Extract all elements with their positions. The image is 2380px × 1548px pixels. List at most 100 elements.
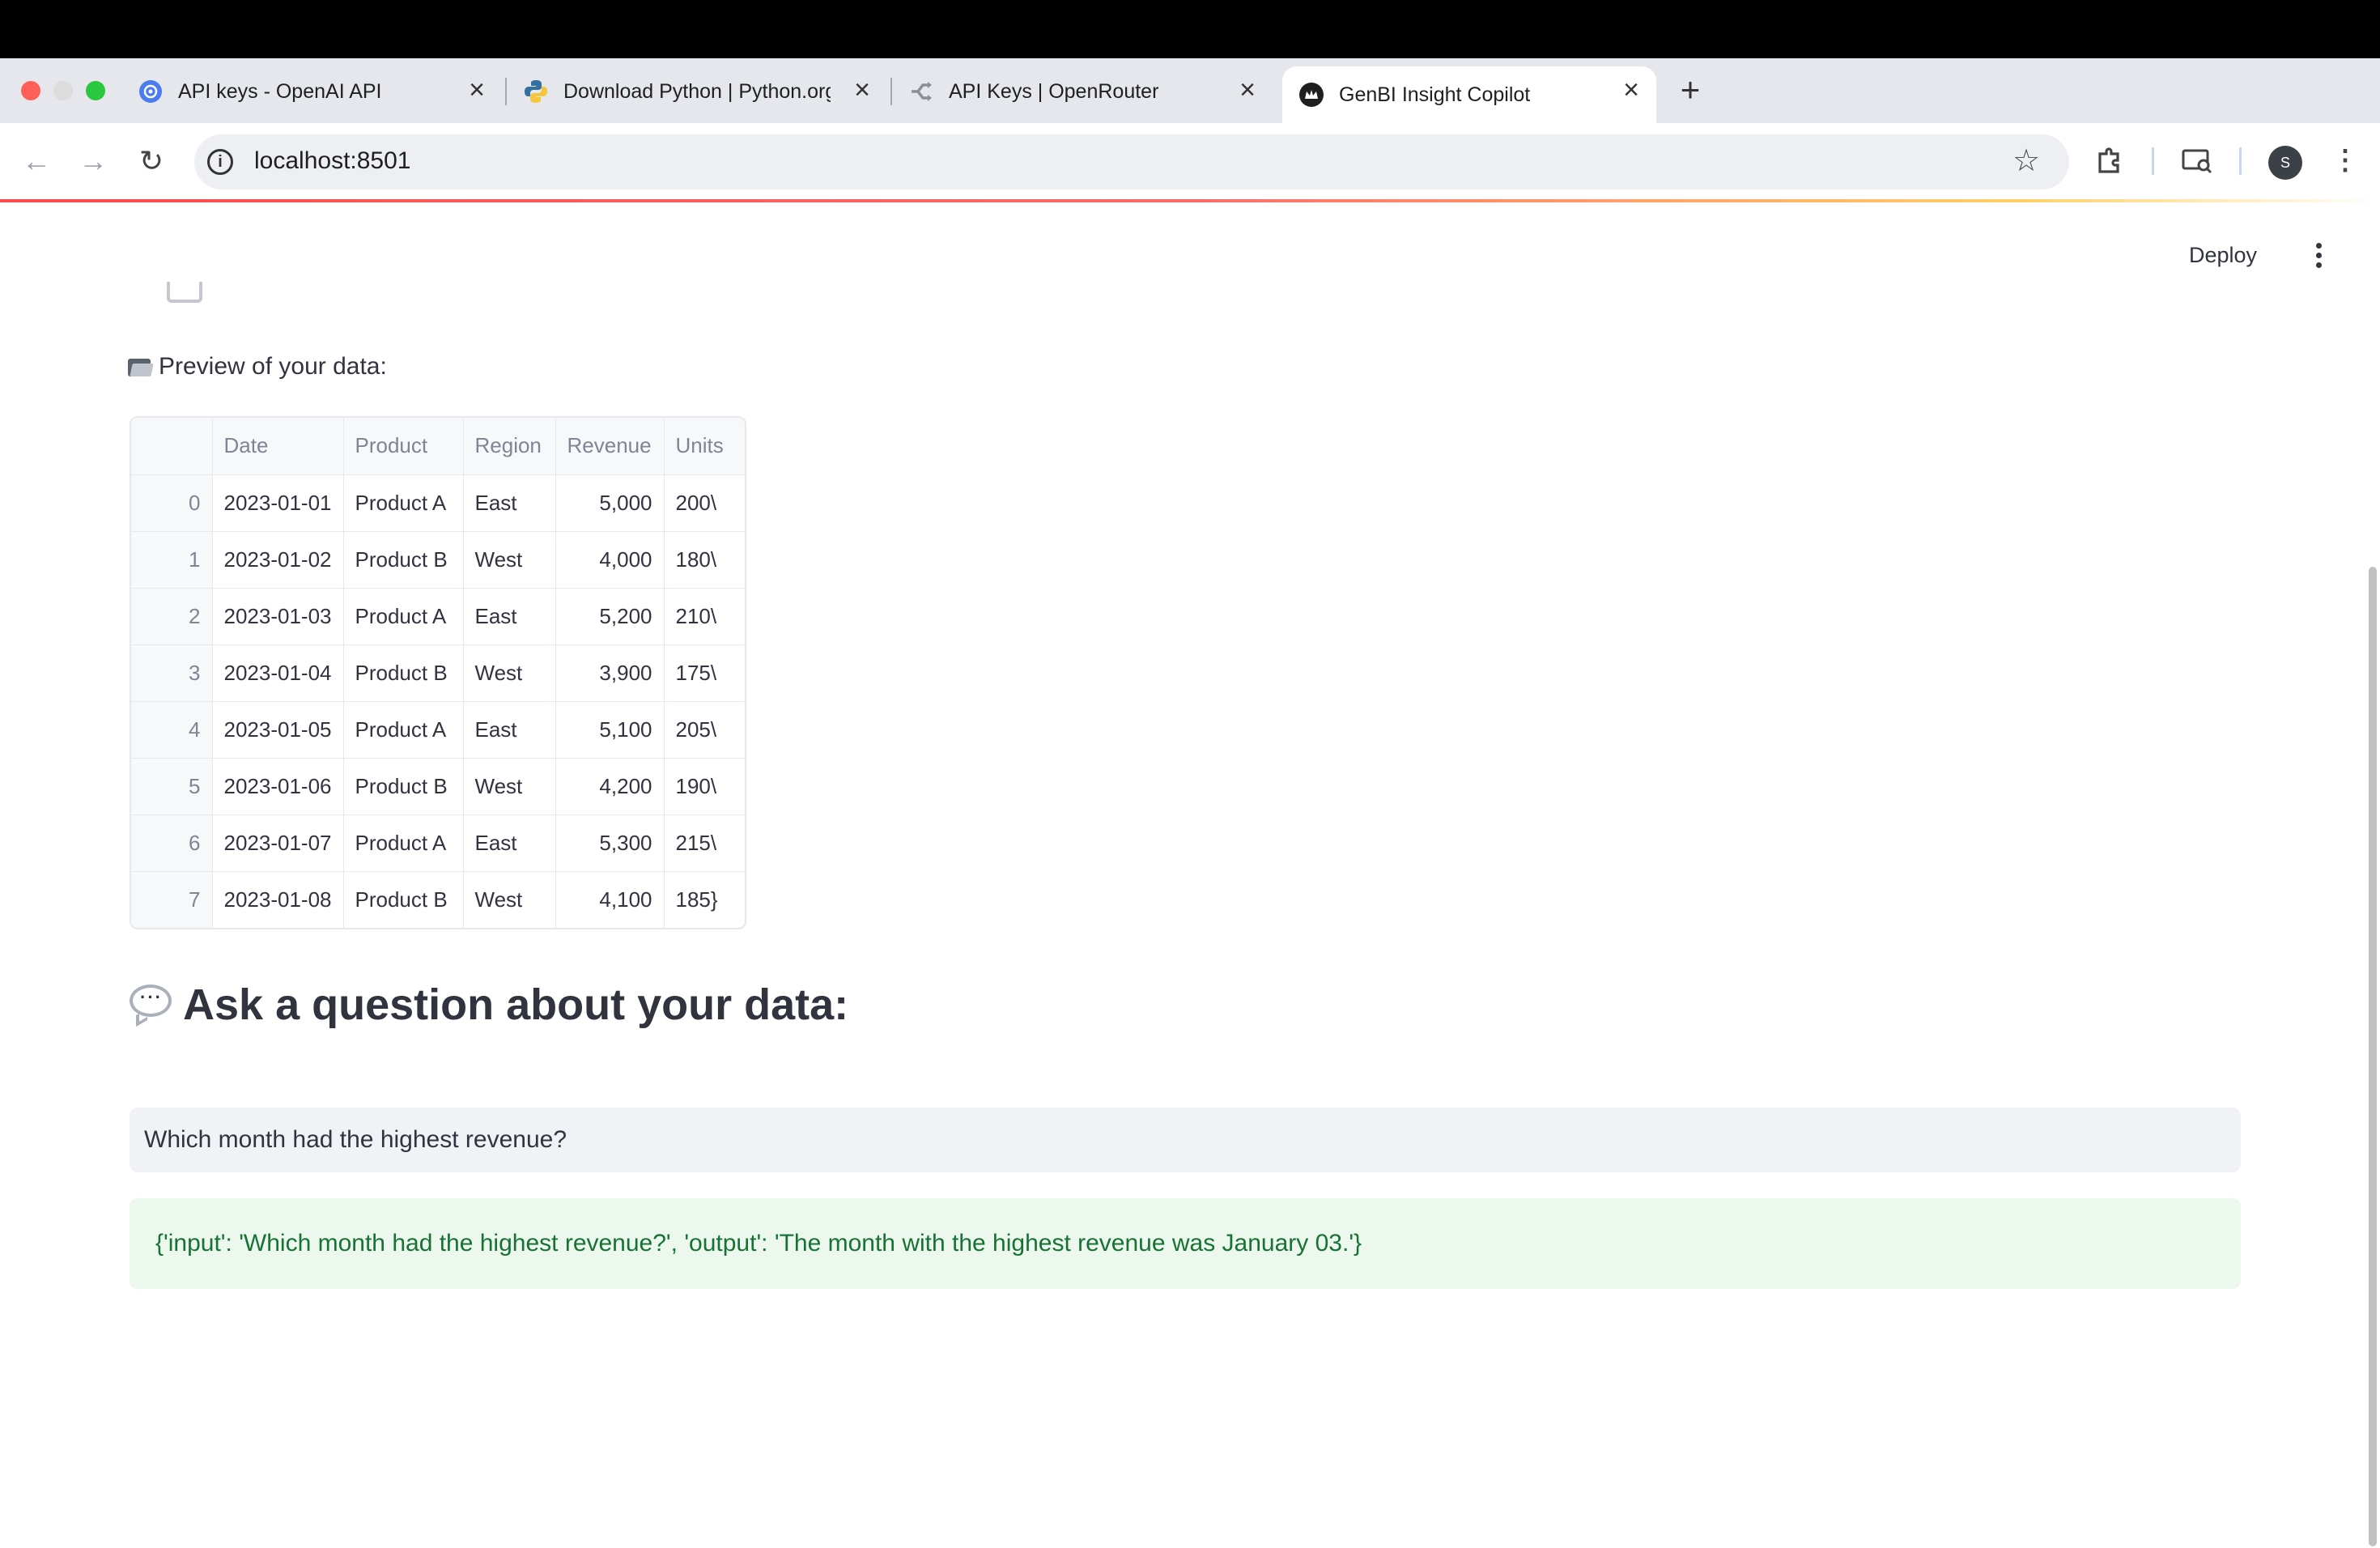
new-tab-button[interactable]: + bbox=[1674, 71, 1706, 110]
cell-date[interactable]: 2023-01-04 bbox=[211, 644, 344, 702]
table-row: 7 2023-01-08 Product B West 4,100 185} bbox=[131, 870, 745, 928]
cell-units[interactable]: 210\ bbox=[663, 587, 745, 645]
cell-date[interactable]: 2023-01-06 bbox=[211, 757, 344, 815]
address-bar-url[interactable]: localhost:8501 bbox=[254, 147, 410, 175]
row-index[interactable]: 4 bbox=[131, 700, 213, 759]
preview-heading: Preview of your data: bbox=[128, 353, 387, 381]
cell-revenue[interactable]: 4,200 bbox=[555, 757, 665, 815]
app-main-menu-icon[interactable] bbox=[2310, 240, 2327, 270]
row-index[interactable]: 1 bbox=[131, 530, 213, 589]
cell-product[interactable]: Product B bbox=[342, 870, 464, 928]
extensions-puzzle-icon[interactable] bbox=[2092, 142, 2127, 178]
cell-region[interactable]: West bbox=[462, 530, 556, 589]
cell-date[interactable]: 2023-01-01 bbox=[211, 474, 344, 532]
cell-revenue[interactable]: 5,200 bbox=[555, 587, 665, 645]
cell-product[interactable]: Product B bbox=[342, 530, 464, 589]
cell-revenue[interactable]: 5,300 bbox=[555, 814, 665, 872]
bookmark-star-icon[interactable]: ☆ bbox=[2012, 142, 2040, 179]
tab-genbi-insight-copilot[interactable]: GenBI Insight Copilot × bbox=[1282, 66, 1656, 123]
cell-product[interactable]: Product A bbox=[342, 700, 464, 759]
cell-units[interactable]: 180\ bbox=[663, 530, 745, 589]
back-arrow-icon[interactable]: ← bbox=[16, 141, 57, 181]
cell-revenue[interactable]: 4,100 bbox=[555, 870, 665, 928]
row-index[interactable]: 3 bbox=[131, 644, 213, 702]
tab-close-icon[interactable]: × bbox=[1617, 76, 1645, 105]
cell-region[interactable]: East bbox=[462, 814, 556, 872]
column-header-region[interactable]: Region bbox=[462, 418, 556, 475]
profile-avatar[interactable]: S bbox=[2268, 146, 2302, 180]
tab-label: API Keys | OpenRouter bbox=[949, 79, 1159, 103]
cell-product[interactable]: Product A bbox=[342, 474, 464, 532]
cell-date[interactable]: 2023-01-02 bbox=[211, 530, 344, 589]
python-icon bbox=[523, 79, 549, 104]
cell-region[interactable]: East bbox=[462, 474, 556, 532]
cell-units[interactable]: 190\ bbox=[663, 757, 745, 815]
question-input[interactable] bbox=[130, 1108, 2241, 1172]
column-header-date[interactable]: Date bbox=[211, 418, 344, 475]
address-bar[interactable] bbox=[194, 134, 2069, 189]
cell-date[interactable]: 2023-01-08 bbox=[211, 870, 344, 928]
row-index[interactable]: 6 bbox=[131, 814, 213, 872]
row-index[interactable]: 5 bbox=[131, 757, 213, 815]
tab-search-icon[interactable] bbox=[2179, 142, 2215, 178]
deploy-button[interactable]: Deploy bbox=[2189, 243, 2257, 268]
row-index[interactable]: 7 bbox=[131, 870, 213, 928]
forward-arrow-icon[interactable]: → bbox=[73, 141, 113, 181]
window-minimize-button[interactable] bbox=[53, 81, 73, 100]
cell-units[interactable]: 205\ bbox=[663, 700, 745, 759]
tab-openrouter-api-keys[interactable]: API Keys | OpenRouter × bbox=[892, 66, 1273, 117]
macos-menu-bar bbox=[0, 0, 2380, 58]
tab-python-download[interactable]: Download Python | Python.org × bbox=[507, 66, 887, 117]
toolbar-divider bbox=[2239, 147, 2242, 175]
folder-icon bbox=[128, 357, 154, 376]
column-header-units[interactable]: Units bbox=[663, 418, 745, 475]
window-zoom-button[interactable] bbox=[86, 81, 105, 100]
row-index[interactable]: 2 bbox=[131, 587, 213, 645]
reload-icon[interactable]: ↻ bbox=[131, 141, 172, 181]
tab-close-icon[interactable]: × bbox=[463, 76, 491, 105]
table-row: 1 2023-01-02 Product B West 4,000 180\ bbox=[131, 530, 745, 589]
data-preview-table[interactable]: Date Product Region Revenue Units 0 2023… bbox=[130, 416, 746, 929]
cell-region[interactable]: West bbox=[462, 644, 556, 702]
site-info-icon[interactable]: i bbox=[207, 149, 233, 175]
browser-menu-icon[interactable]: ⋮ bbox=[2331, 144, 2359, 176]
cell-region[interactable]: East bbox=[462, 700, 556, 759]
window-close-button[interactable] bbox=[21, 81, 40, 100]
cell-units[interactable]: 200\ bbox=[663, 474, 745, 532]
table-row: 3 2023-01-04 Product B West 3,900 175\ bbox=[131, 644, 745, 702]
cell-date[interactable]: 2023-01-07 bbox=[211, 814, 344, 872]
table-row: 0 2023-01-01 Product A East 5,000 200\ bbox=[131, 474, 745, 532]
tab-label: API keys - OpenAI API bbox=[178, 79, 382, 103]
column-header-revenue[interactable]: Revenue bbox=[555, 418, 665, 475]
cell-date[interactable]: 2023-01-05 bbox=[211, 700, 344, 759]
ask-question-heading-text: Ask a question about your data: bbox=[183, 980, 849, 1029]
ask-question-heading: ··· Ask a question about your data: bbox=[128, 980, 848, 1030]
cell-region[interactable]: West bbox=[462, 757, 556, 815]
cell-date[interactable]: 2023-01-03 bbox=[211, 587, 344, 645]
table-row: 6 2023-01-07 Product A East 5,300 215\ bbox=[131, 814, 745, 872]
cell-revenue[interactable]: 4,000 bbox=[555, 530, 665, 589]
cell-units[interactable]: 215\ bbox=[663, 814, 745, 872]
page-scrollbar[interactable] bbox=[2369, 567, 2377, 1546]
row-index[interactable]: 0 bbox=[131, 474, 213, 532]
column-header-product[interactable]: Product bbox=[342, 418, 464, 475]
cell-units[interactable]: 185} bbox=[663, 870, 745, 928]
table-header-row: Date Product Region Revenue Units bbox=[131, 418, 745, 475]
cell-product[interactable]: Product B bbox=[342, 644, 464, 702]
tab-close-icon[interactable]: × bbox=[1234, 76, 1261, 105]
cell-product[interactable]: Product A bbox=[342, 587, 464, 645]
cell-revenue[interactable]: 5,100 bbox=[555, 700, 665, 759]
openrouter-icon bbox=[908, 79, 934, 104]
cell-revenue[interactable]: 3,900 bbox=[555, 644, 665, 702]
streamlit-header-decoration bbox=[0, 199, 2380, 202]
streamlit-crown-icon bbox=[1298, 82, 1324, 108]
cell-revenue[interactable]: 5,000 bbox=[555, 474, 665, 532]
column-header-index[interactable] bbox=[131, 418, 213, 475]
tab-openai-api-keys[interactable]: API keys - OpenAI API × bbox=[121, 66, 502, 117]
cell-product[interactable]: Product A bbox=[342, 814, 464, 872]
cell-region[interactable]: West bbox=[462, 870, 556, 928]
cell-units[interactable]: 175\ bbox=[663, 644, 745, 702]
cell-product[interactable]: Product B bbox=[342, 757, 464, 815]
tab-close-icon[interactable]: × bbox=[848, 76, 876, 105]
cell-region[interactable]: East bbox=[462, 587, 556, 645]
